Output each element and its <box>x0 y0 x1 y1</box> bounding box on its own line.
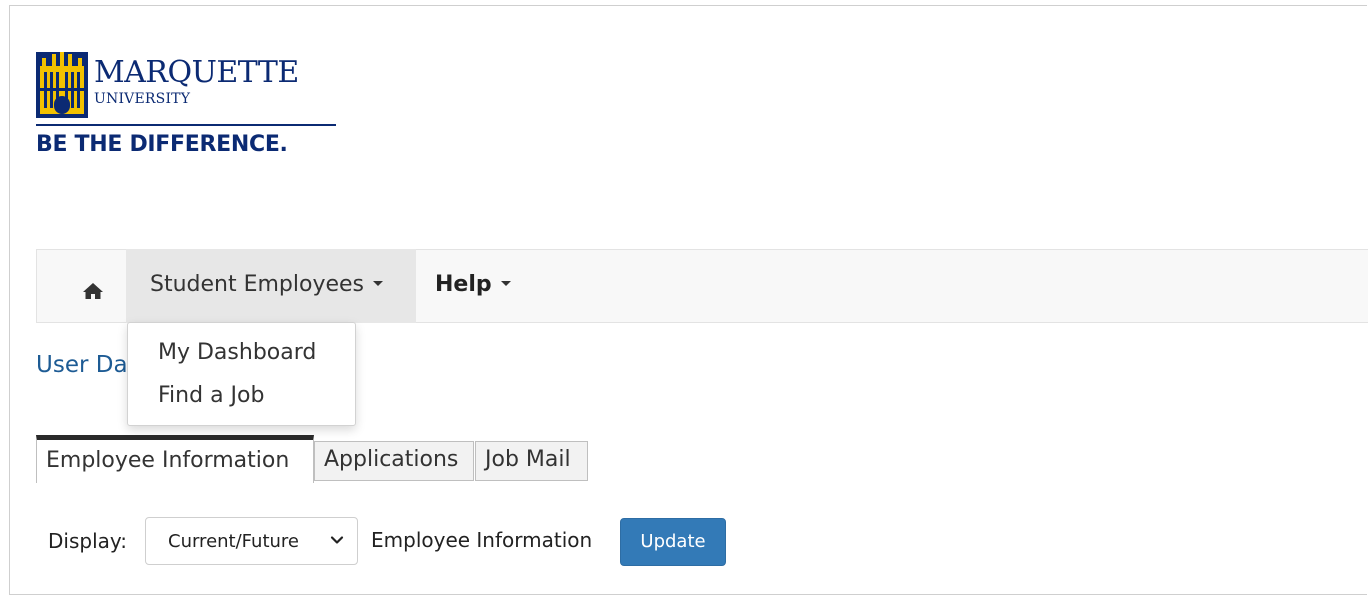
tower-logo-icon <box>36 52 88 118</box>
logo-subtitle: UNIVERSITY <box>94 91 191 107</box>
menu-item-find-a-job[interactable]: Find a Job <box>158 382 264 410</box>
display-select[interactable]: Current/Future <box>145 517 358 565</box>
tab-applications[interactable]: Applications <box>314 441 474 481</box>
nav-menu-label: Student Employees <box>150 271 384 299</box>
display-caption: Employee Information <box>371 528 593 552</box>
logo-divider <box>36 124 336 126</box>
nav-menu-student-employees[interactable]: Student Employees <box>126 249 416 323</box>
caret-down-icon <box>500 280 511 286</box>
display-label: Display: <box>48 529 128 553</box>
main-navbar: Student Employees Help <box>36 249 1368 323</box>
page-title: User Da <box>36 352 128 378</box>
nav-menu-help[interactable]: Help <box>435 271 511 299</box>
home-icon[interactable] <box>81 281 105 301</box>
tab-employee-information[interactable]: Employee Information <box>36 435 314 483</box>
marquette-logo[interactable]: MARQUETTE UNIVERSITY BE THE DIFFERENCE. <box>36 50 336 160</box>
tab-job-mail[interactable]: Job Mail <box>475 441 588 481</box>
display-select-value: Current/Future <box>168 531 299 552</box>
logo-tagline: BE THE DIFFERENCE. <box>36 132 288 157</box>
student-employees-dropdown: My Dashboard Find a Job <box>127 322 356 426</box>
menu-item-my-dashboard[interactable]: My Dashboard <box>158 339 316 367</box>
chevron-down-icon <box>330 536 344 544</box>
student-employees-label: Student Employees <box>150 272 365 297</box>
caret-down-icon <box>373 280 384 286</box>
help-label: Help <box>435 272 492 297</box>
update-button[interactable]: Update <box>620 518 726 566</box>
logo-wordmark: MARQUETTE <box>94 55 299 90</box>
